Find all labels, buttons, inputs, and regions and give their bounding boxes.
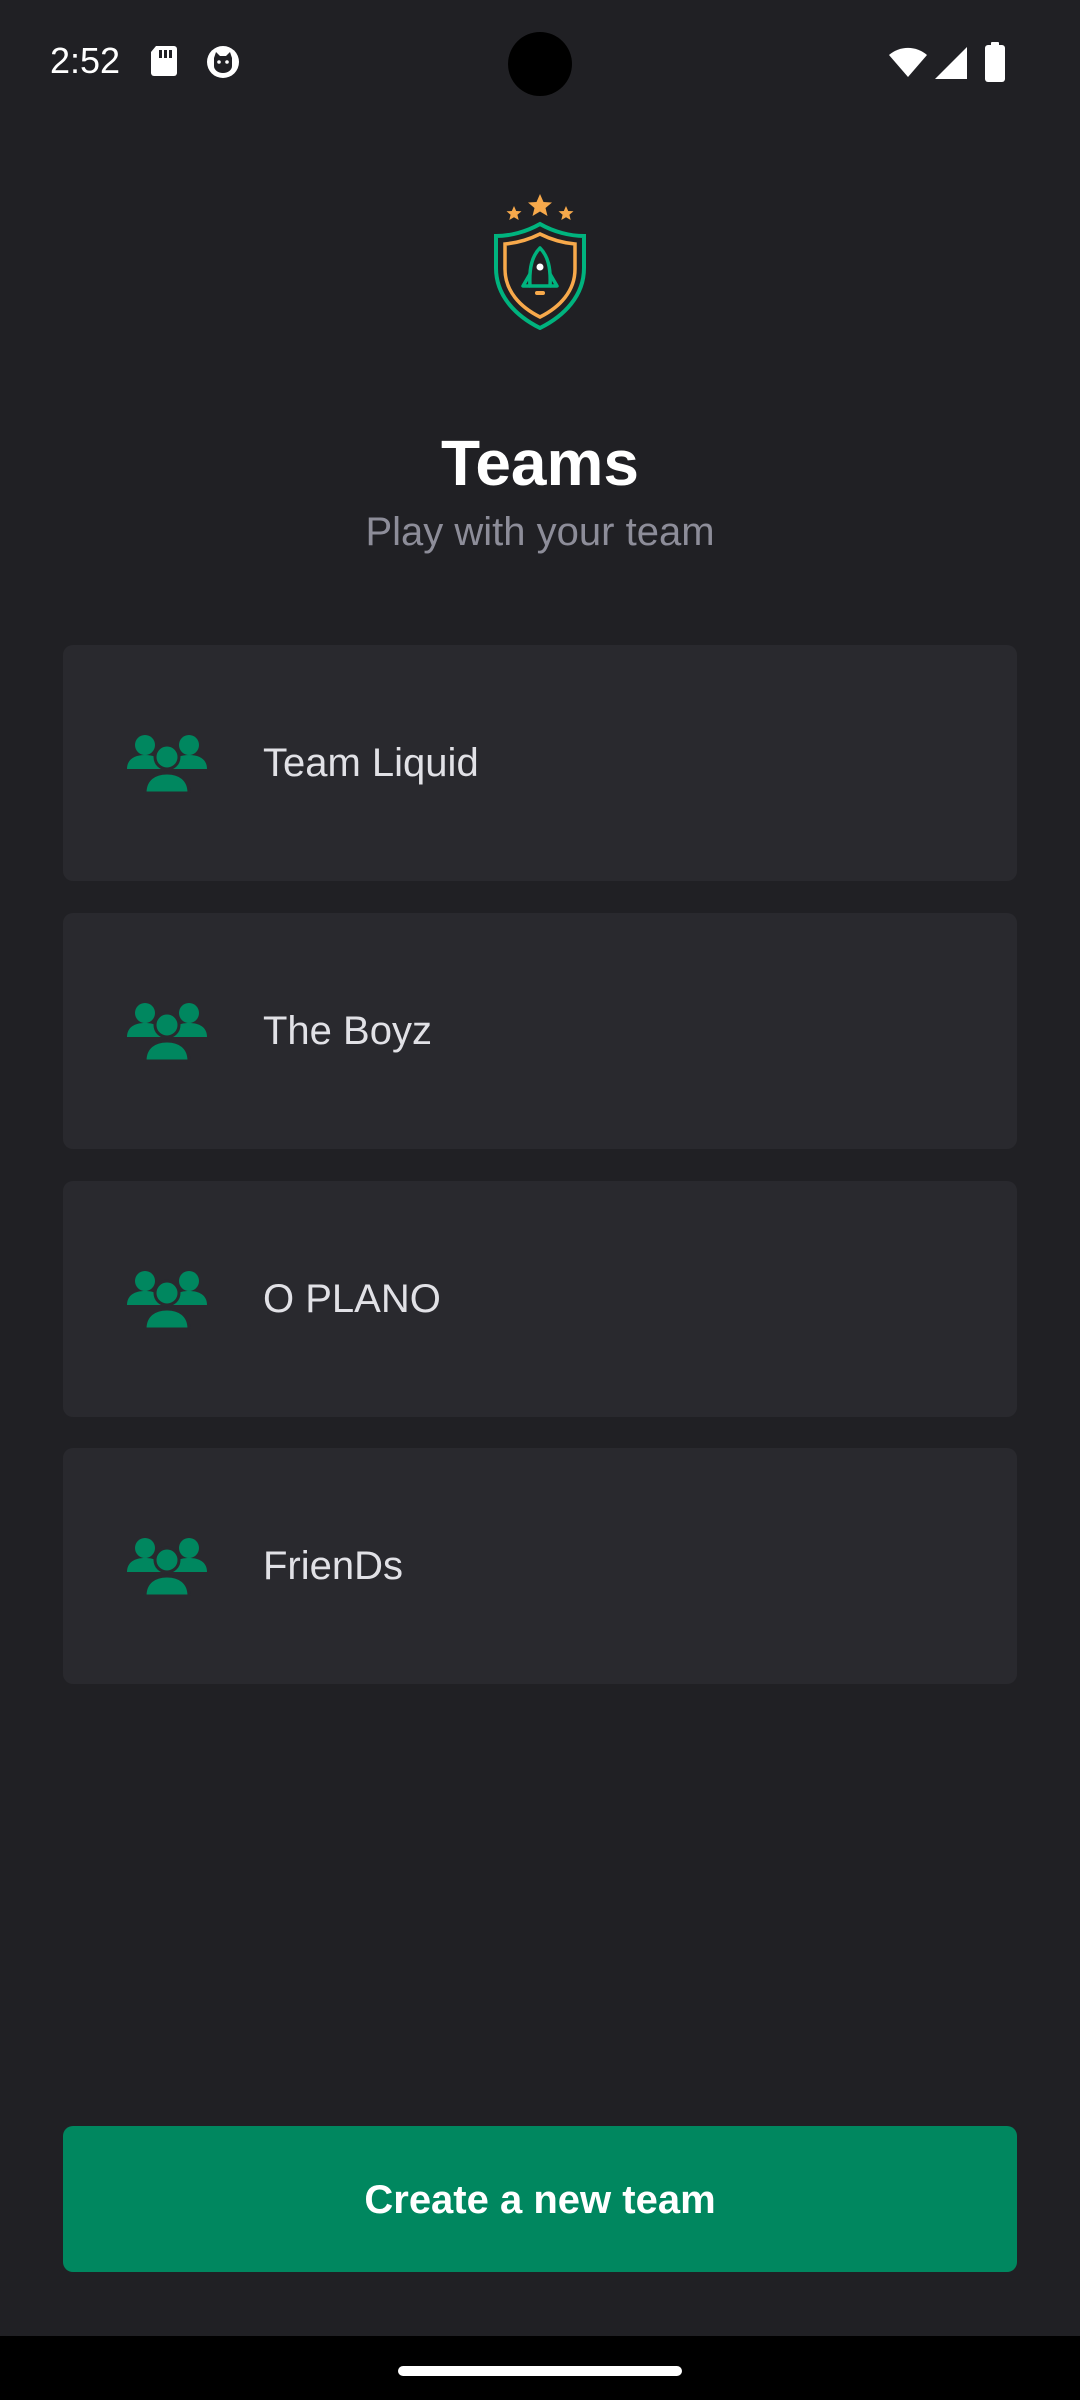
cell-signal-icon [935,47,967,79]
team-card-the-boyz[interactable]: The Boyz [63,913,1017,1149]
users-group-icon [127,1538,207,1598]
team-card-team-liquid[interactable]: Team Liquid [63,645,1017,881]
sd-card-icon [151,46,177,76]
front-camera [508,32,572,96]
team-card-o-plano[interactable]: O PLANO [63,1181,1017,1417]
users-group-icon [127,1271,207,1331]
users-group-icon [127,735,207,795]
team-name: The Boyz [263,1009,432,1053]
page-title: Teams [440,427,640,499]
home-indicator[interactable] [398,2366,682,2376]
status-time: 2:52 [50,40,121,81]
users-group-icon [127,1003,207,1063]
cat-face-icon [207,46,239,78]
team-card-friends[interactable]: FrienDs [63,1448,1017,1684]
team-name: FrienDs [263,1544,404,1588]
shield-rocket-logo-icon [494,194,586,330]
battery-icon [985,42,1005,82]
create-team-button[interactable]: Create a new team [63,2126,1017,2272]
wifi-icon [889,47,927,77]
navigation-bar [0,2336,1080,2400]
page-subtitle: Play with your team [365,510,715,554]
team-name: Team Liquid [263,741,479,785]
team-name: O PLANO [263,1277,441,1321]
status-bar: 2:52 [0,0,1080,130]
